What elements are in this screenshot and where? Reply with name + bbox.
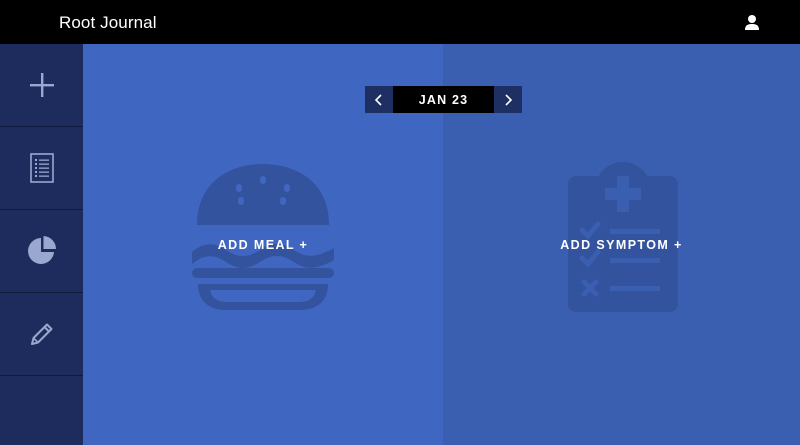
current-date: JAN 23 [393, 86, 494, 113]
chevron-left-icon[interactable] [365, 86, 393, 113]
sidebar-item-add[interactable] [0, 44, 83, 127]
plus-icon [29, 73, 54, 97]
sidebar-item-edit[interactable] [0, 293, 83, 376]
pie-chart-icon [27, 236, 56, 264]
date-navigator: JAN 23 [365, 86, 522, 113]
list-icon [29, 153, 54, 183]
app-title: Root Journal [59, 13, 157, 32]
top-bar: Root Journal [0, 0, 800, 44]
sidebar [0, 44, 83, 445]
user-icon[interactable] [742, 13, 762, 33]
pencil-icon [30, 323, 52, 345]
chevron-right-icon[interactable] [494, 86, 522, 113]
add-symptom-label: ADD SYMPTOM + [560, 237, 683, 252]
add-meal-label: ADD MEAL + [217, 237, 309, 252]
sidebar-item-journal-list[interactable] [0, 127, 83, 210]
sidebar-item-reports[interactable] [0, 210, 83, 293]
